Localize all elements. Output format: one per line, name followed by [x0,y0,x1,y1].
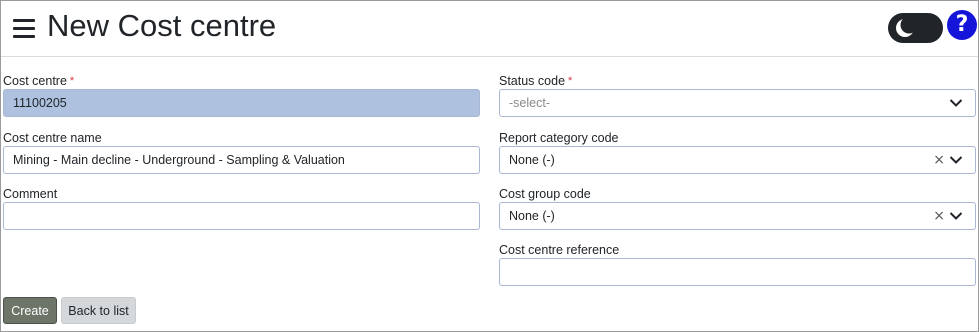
chevron-down-icon [949,156,963,164]
required-marker: * [69,75,75,87]
cost-group-code-label: Cost group code [499,187,591,201]
report-category-code-select[interactable]: None (-) × [499,146,976,174]
clear-icon[interactable]: × [933,203,945,229]
hamburger-menu-icon[interactable] [13,18,35,38]
back-to-list-button[interactable]: Back to list [61,297,136,324]
page-title: New Cost centre [47,8,277,43]
status-code-select[interactable]: -select- [499,89,976,117]
moon-icon [896,16,918,37]
clear-icon[interactable]: × [933,147,945,173]
cost-centre-label: Cost centre * [3,74,75,88]
status-code-label: Status code * [499,74,573,88]
chevron-down-icon [949,212,963,220]
cost-centre-name-input[interactable]: Mining - Main decline - Underground - Sa… [3,146,480,174]
cost-centre-name-label: Cost centre name [3,131,102,145]
create-button[interactable]: Create [3,297,57,324]
chevron-down-icon [949,99,963,107]
cost-centre-reference-input[interactable] [499,258,976,286]
page-header: New Cost centre ? [1,1,978,57]
help-icon[interactable]: ? [947,10,977,40]
required-marker: * [568,75,573,87]
cost-centre-reference-label: Cost centre reference [499,243,620,257]
cost-group-code-select[interactable]: None (-) × [499,202,976,230]
cost-centre-input[interactable]: 11100205 [3,89,480,117]
report-category-code-label: Report category code [499,131,619,145]
theme-toggle[interactable] [888,13,943,43]
comment-input[interactable] [3,202,480,230]
comment-label: Comment [3,187,58,201]
